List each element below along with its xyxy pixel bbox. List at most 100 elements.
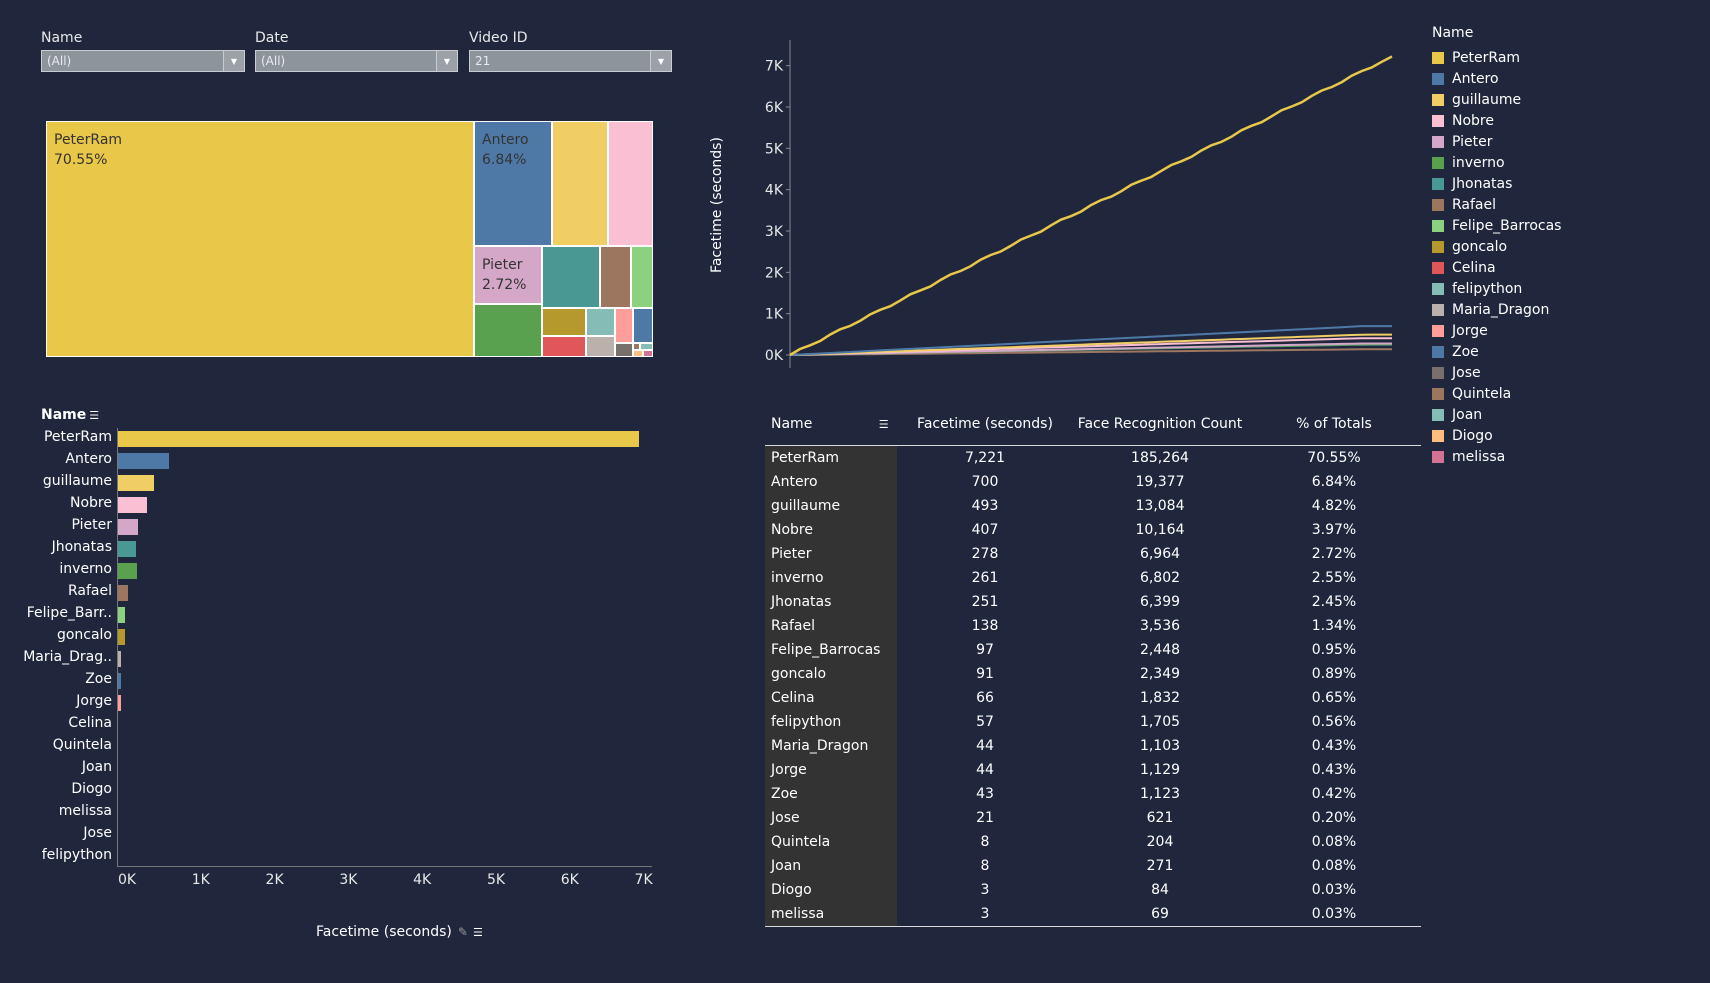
bar-label: Pieter [71, 517, 113, 533]
table-row[interactable]: melissa 3 69 0.03% [765, 902, 1421, 927]
treemap-cell-felipe-barrocas[interactable] [631, 246, 653, 308]
legend-item[interactable]: Zoe [1432, 341, 1561, 362]
treemap-cell-jose[interactable] [615, 343, 633, 357]
bar[interactable] [118, 629, 125, 645]
table-cell-count: 204 [1146, 834, 1174, 850]
line-series[interactable] [789, 55, 1393, 357]
table-row[interactable]: PeterRam 7,221 185,264 70.55% [765, 445, 1421, 470]
bar-label: Maria_Drag.. [23, 649, 112, 665]
table-header-facetime[interactable]: Facetime (seconds) [897, 402, 1073, 446]
bar[interactable] [118, 695, 122, 711]
bar[interactable] [118, 475, 154, 491]
bar[interactable] [118, 651, 122, 667]
legend-item[interactable]: Nobre [1432, 110, 1561, 131]
table-row[interactable]: goncalo 91 2,349 0.89% [765, 662, 1421, 686]
bar[interactable] [118, 453, 169, 469]
legend-item[interactable]: inverno [1432, 152, 1561, 173]
table-row[interactable]: Joan 8 271 0.08% [765, 854, 1421, 878]
table-cell-pct: 0.08% [1311, 858, 1357, 874]
bar[interactable] [118, 497, 148, 513]
table-row[interactable]: Rafael 138 3,536 1.34% [765, 614, 1421, 638]
bar[interactable] [118, 673, 122, 689]
legend-swatch [1432, 135, 1444, 148]
sort-icon[interactable]: ☰ [473, 926, 483, 939]
treemap-cell-rafael[interactable] [600, 246, 631, 308]
table-row[interactable]: Zoe 43 1,123 0.42% [765, 782, 1421, 806]
treemap-cell-felipython[interactable] [586, 308, 615, 336]
table-row[interactable]: guillaume 493 13,084 4.82% [765, 494, 1421, 518]
table-row[interactable]: Nobre 407 10,164 3.97% [765, 518, 1421, 542]
legend-item[interactable]: guillaume [1432, 89, 1561, 110]
legend-item[interactable]: Jorge [1432, 320, 1561, 341]
sort-icon[interactable]: ☰ [879, 418, 889, 431]
table-header-pct[interactable]: % of Totals [1247, 402, 1421, 446]
legend-item[interactable]: goncalo [1432, 236, 1561, 257]
legend-item[interactable]: felipython [1432, 278, 1561, 299]
treemap-cell-antero[interactable]: Antero 6.84% [474, 121, 552, 246]
chevron-down-icon[interactable]: ▼ [650, 51, 671, 71]
legend-item[interactable]: Joan [1432, 404, 1561, 425]
table-cell-count: 69 [1073, 902, 1247, 927]
treemap-cell-goncalo[interactable] [542, 308, 586, 336]
treemap-cell-joan[interactable] [640, 343, 653, 350]
legend-item[interactable]: Felipe_Barrocas [1432, 215, 1561, 236]
bar[interactable] [118, 431, 640, 447]
table-row[interactable]: inverno 261 6,802 2.55% [765, 566, 1421, 590]
treemap-cell-inverno[interactable] [474, 304, 542, 357]
filter-video-id-dropdown[interactable]: 21 ▼ [469, 50, 672, 72]
legend-label: Quintela [1452, 385, 1512, 402]
pin-icon[interactable]: ✎ [458, 925, 468, 939]
table-row[interactable]: Pieter 278 6,964 2.72% [765, 542, 1421, 566]
treemap-cell-celina[interactable] [542, 336, 586, 357]
legend-item[interactable]: Quintela [1432, 383, 1561, 404]
table-row[interactable]: Celina 66 1,832 0.65% [765, 686, 1421, 710]
treemap-cell-zoe[interactable] [633, 308, 653, 343]
legend-item[interactable]: Diogo [1432, 425, 1561, 446]
table-cell-facetime: 43 [976, 786, 994, 802]
table-row[interactable]: Quintela 8 204 0.08% [765, 830, 1421, 854]
table-header-name[interactable]: Name ☰ [765, 402, 897, 446]
treemap-cell-nobre[interactable] [608, 121, 653, 246]
table-row[interactable]: Jhonatas 251 6,399 2.45% [765, 590, 1421, 614]
table-cell-count: 2,349 [1139, 666, 1181, 682]
table-row[interactable]: felipython 57 1,705 0.56% [765, 710, 1421, 734]
table-row[interactable]: Jose 21 621 0.20% [765, 806, 1421, 830]
filter-date-dropdown[interactable]: (All) ▼ [255, 50, 458, 72]
bar[interactable] [118, 585, 128, 601]
treemap-cell-diogo[interactable] [633, 350, 643, 357]
treemap-cell-melissa[interactable] [643, 350, 653, 357]
legend-item[interactable]: Celina [1432, 257, 1561, 278]
treemap-cell-jorge[interactable] [615, 308, 633, 343]
legend-swatch [1432, 303, 1444, 316]
legend-item[interactable]: Jose [1432, 362, 1561, 383]
chevron-down-icon[interactable]: ▼ [223, 51, 244, 71]
bar[interactable] [118, 607, 125, 623]
table-cell-facetime: 21 [976, 810, 994, 826]
table-row[interactable]: Maria_Dragon 44 1,103 0.43% [765, 734, 1421, 758]
legend-item[interactable]: Maria_Dragon [1432, 299, 1561, 320]
legend-item[interactable]: Rafael [1432, 194, 1561, 215]
table-row[interactable]: Diogo 3 84 0.03% [765, 878, 1421, 902]
bar[interactable] [118, 519, 139, 535]
table-cell-count: 1,103 [1139, 738, 1181, 754]
legend-item[interactable]: Jhonatas [1432, 173, 1561, 194]
legend-label: felipython [1452, 280, 1523, 297]
table-cell-name: Zoe [765, 782, 897, 806]
table-header-count[interactable]: Face Recognition Count [1073, 402, 1247, 446]
bar[interactable] [118, 563, 137, 579]
treemap-cell-quintela[interactable] [633, 343, 640, 350]
table-row[interactable]: Felipe_Barrocas 97 2,448 0.95% [765, 638, 1421, 662]
legend-item[interactable]: Pieter [1432, 131, 1561, 152]
legend-item[interactable]: PeterRam [1432, 47, 1561, 68]
treemap-cell-maria-dragon[interactable] [586, 336, 615, 357]
table-cell-pct: 2.55% [1311, 570, 1357, 586]
legend-item[interactable]: Antero [1432, 68, 1561, 89]
bar[interactable] [118, 541, 137, 557]
treemap-cell-pieter[interactable]: Pieter 2.72% [474, 246, 542, 304]
table-row[interactable]: Jorge 44 1,129 0.43% [765, 758, 1421, 782]
treemap-cell-guillaume[interactable] [552, 121, 608, 246]
table-row[interactable]: Antero 700 19,377 6.84% [765, 470, 1421, 494]
legend-item[interactable]: melissa [1432, 446, 1561, 467]
treemap-cell-jhonatas[interactable] [542, 246, 600, 308]
chevron-down-icon[interactable]: ▼ [436, 51, 457, 71]
